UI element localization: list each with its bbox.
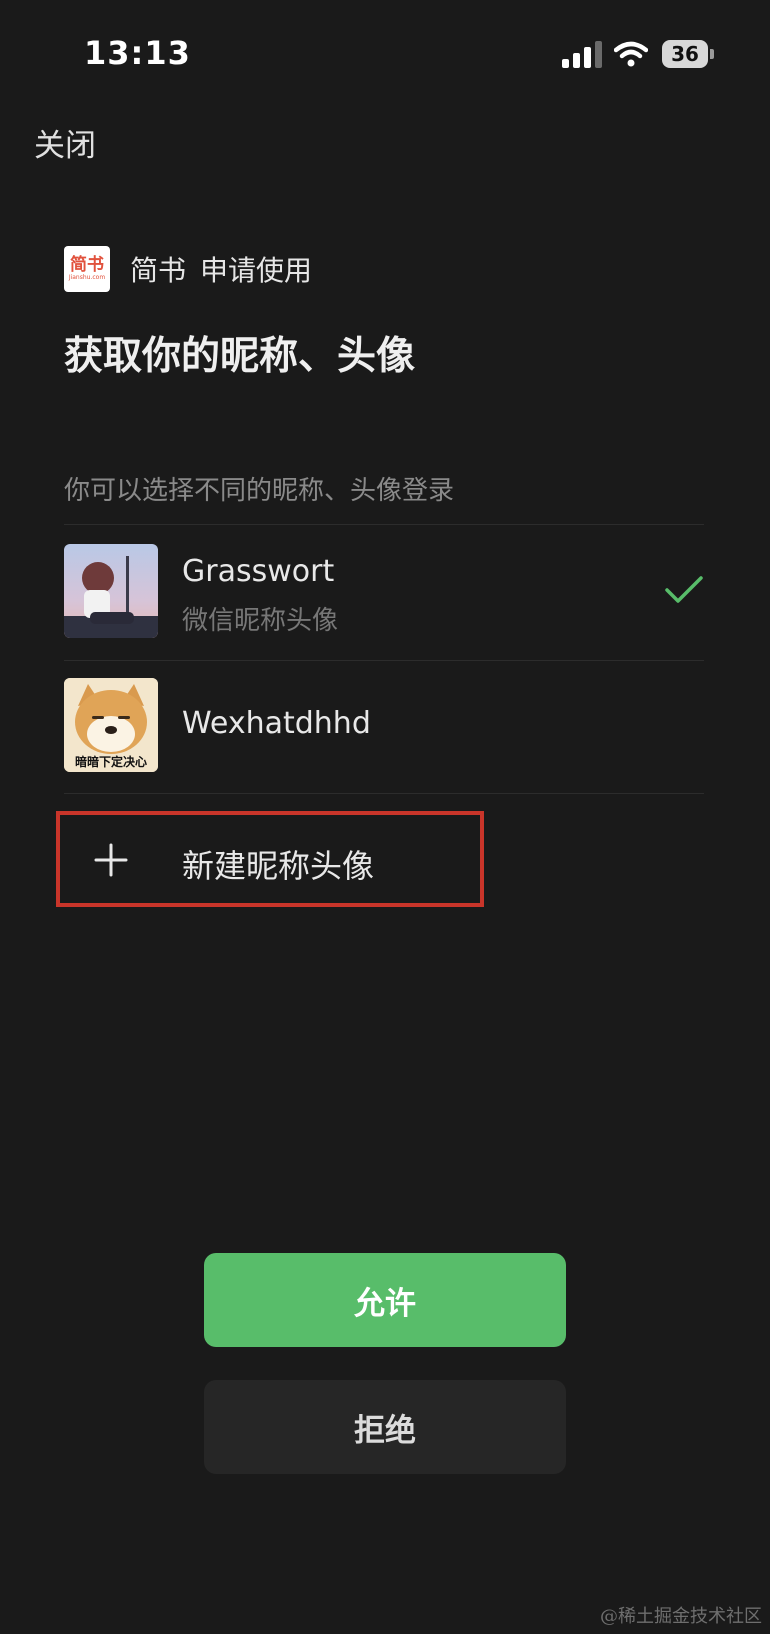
wifi-icon [614,41,648,67]
profile-option-grasswort[interactable]: Grasswort 微信昵称头像 [64,544,704,640]
battery-icon: 36 [662,40,714,68]
cellular-signal-icon [562,41,602,68]
profile-option-wexhatdhhd[interactable]: 暗暗下定决心 Wexhatdhhd [64,678,704,774]
app-request-text: 申请使用 [200,254,313,287]
avatar-anime-girl [64,544,158,638]
page-title: 获取你的昵称、头像 [64,334,416,379]
app-request-row: 简书 Jianshu.com 简书 申请使用 [64,245,312,293]
avatar-caption: 暗暗下定决心 [74,755,147,769]
app-logo-subtext: Jianshu.com [68,274,106,281]
jianshu-logo-icon: 简书 Jianshu.com [64,246,110,292]
profile-name: Wexhatdhhd [182,706,371,741]
avatar-shiba-dog: 暗暗下定决心 [64,678,158,772]
battery-tip [710,49,714,59]
deny-button[interactable]: 拒绝 [204,1380,566,1474]
status-time: 13:13 [84,34,191,72]
new-profile-button[interactable]: 新建昵称头像 [56,811,484,907]
app-logo-text: 简书 [70,255,104,275]
app-name: 简书 [130,254,187,287]
profile-name: Grasswort [182,554,335,589]
allow-button[interactable]: 允许 [204,1253,566,1347]
close-button[interactable]: 关闭 [34,120,96,165]
battery-level: 36 [662,40,708,68]
divider [64,660,704,661]
watermark: @稀土掘金技术社区 [600,1606,762,1627]
divider [64,793,704,794]
new-profile-label: 新建昵称头像 [182,847,375,885]
status-bar: 13:13 36 [0,0,770,100]
profile-hint: 你可以选择不同的昵称、头像登录 [64,476,455,506]
divider [64,524,704,525]
profile-subtitle: 微信昵称头像 [182,606,339,636]
checkmark-icon [665,576,703,603]
plus-icon [94,843,128,877]
